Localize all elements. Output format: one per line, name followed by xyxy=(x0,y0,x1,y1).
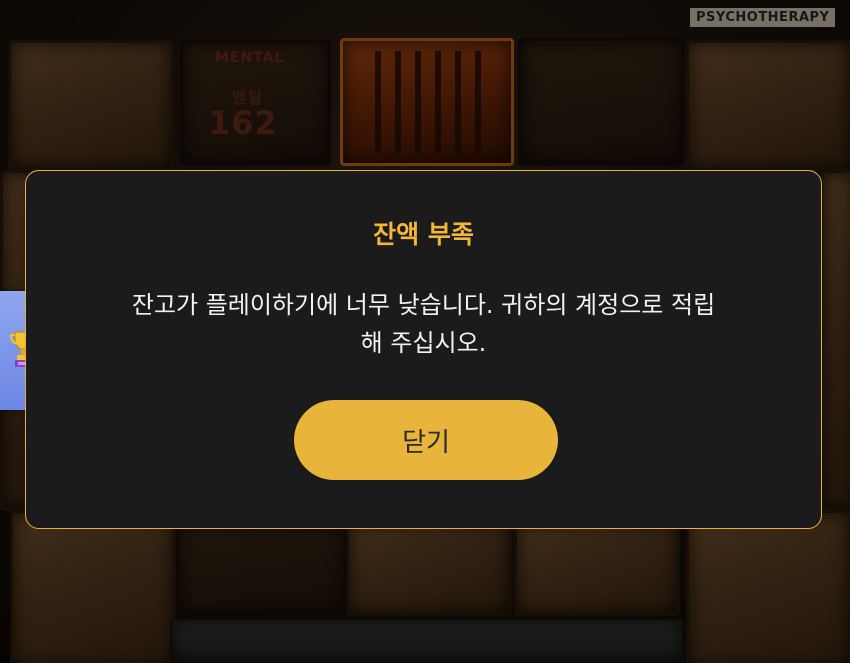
close-button-label: 닫기 xyxy=(402,427,450,458)
insufficient-balance-dialog: 잔액 부족 잔고가 플레이하기에 너무 낮습니다. 귀하의 계정으로 적립 해 … xyxy=(25,170,822,529)
game-screen: PSYCHOTHERAPY MENTAL 멘탈 162 잔액 부족 잔고가 플레… xyxy=(0,0,850,663)
dialog-message-text: 잔고가 플레이하기에 너무 낮습니다. 귀하의 계정으로 적립 해 주십시오. xyxy=(131,291,716,357)
close-button[interactable]: 닫기 xyxy=(294,400,558,480)
dialog-title: 잔액 부족 xyxy=(373,220,474,249)
dialog-message: 잔고가 플레이하기에 너무 낮습니다. 귀하의 계정으로 적립 해 주십시오. xyxy=(66,286,781,362)
